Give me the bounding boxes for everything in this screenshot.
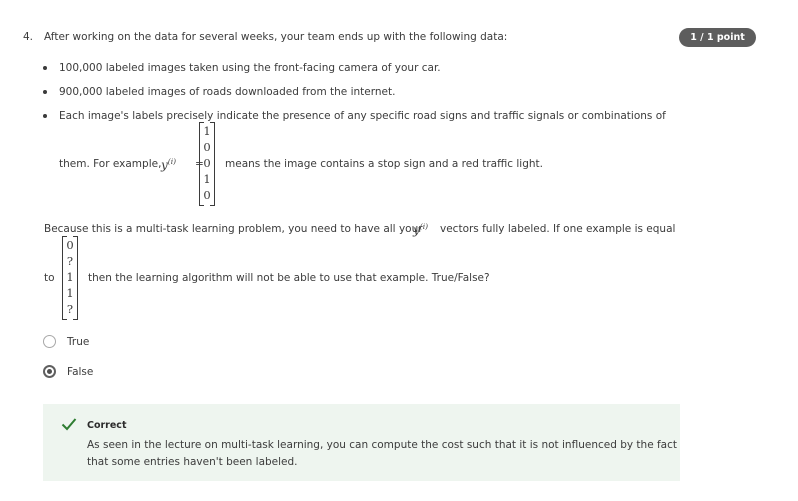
option-true-label[interactable]: True [67,335,89,349]
example-tail-text: means the image contains a stop sign and… [225,158,543,170]
math-superscript: (i) [419,222,429,231]
multitask-tail-text: then the learning algorithm will not be … [88,272,490,284]
check-icon [61,418,77,431]
vector-entry: 0 [203,188,211,202]
example-lead-text: them. For example, [59,158,162,170]
radio-dot [47,369,52,374]
bullet-dot [43,114,47,118]
multitask-math-y: y(i) [413,220,428,238]
question-number: 4. [23,31,34,43]
option-false-label[interactable]: False [67,365,93,379]
math-variable: y [413,223,420,237]
bullet-item-1: 100,000 labeled images taken using the f… [59,62,441,74]
vector-entry: ? [66,254,74,268]
multitask-text-part1: Because this is a multi-task learning pr… [44,223,423,235]
radio-false-selected[interactable] [43,365,56,378]
vector-entry: 1 [203,124,211,138]
example-vector: 1 0 0 1 0 [199,122,215,206]
vector-entry: 1 [203,172,211,186]
vector-entry: 1 [66,270,74,284]
bullet-dot [43,66,47,70]
bullet-dot [43,90,47,94]
question-text: After working on the data for several we… [44,31,508,43]
feedback-line-2: that some entries haven't been labeled. [87,456,298,468]
feedback-status: Correct [87,420,127,431]
feedback-line-1: As seen in the lecture on multi-task lea… [87,439,678,451]
vector-entry: 0 [203,156,211,170]
math-superscript: (i) [167,157,177,166]
bullet-item-2: 900,000 labeled images of roads download… [59,86,396,98]
score-badge: 1 / 1 point [679,28,756,47]
radio-true[interactable] [43,335,56,348]
vector-entry: 1 [66,286,74,300]
vector-entry: 0 [66,238,74,252]
multitask-to-text: to [44,272,55,284]
vector-entry: ? [66,302,74,316]
example-math-y: y(i) [161,155,176,173]
unlabeled-vector: 0 ? 1 1 ? [62,236,78,320]
math-variable: y [161,158,168,172]
bullet-item-3: Each image's labels precisely indicate t… [59,110,666,122]
multitask-text-part2: vectors fully labeled. If one example is… [440,223,676,235]
vector-entry: 0 [203,140,211,154]
